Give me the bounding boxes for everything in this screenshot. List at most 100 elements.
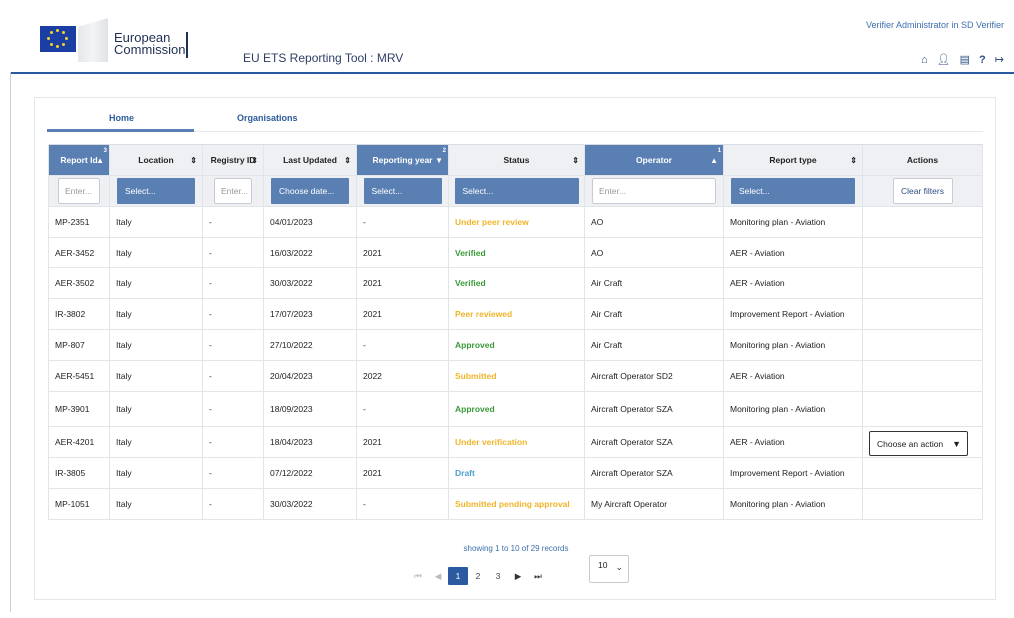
sort-asc-icon[interactable]: ▲: [96, 156, 104, 165]
sort-icon[interactable]: ⇕: [344, 156, 351, 165]
table-row[interactable]: AER-3502 Italy - 30/03/2022 2021 Verified Air …: [48, 268, 983, 299]
sort-desc-icon[interactable]: ▼: [435, 156, 443, 165]
prev-page-icon[interactable]: ◀︎: [428, 567, 448, 585]
page-3-button[interactable]: 3: [488, 567, 508, 585]
filter-last-updated-select[interactable]: Choose date...: [271, 178, 349, 204]
column-header-label: Registry ID: [210, 155, 256, 165]
filter-report-type-select[interactable]: Select...: [731, 178, 855, 204]
registry-id-value: -: [209, 499, 212, 509]
column-header-label: Status: [503, 155, 530, 165]
registry-id-value: -: [209, 404, 212, 414]
page-1-button[interactable]: 1: [448, 567, 468, 585]
page-header: European Commission EU ETS Reporting Too…: [0, 0, 1014, 74]
table-row[interactable]: IR-3805 Italy - 07/12/2022 2021 Draft Aircraft…: [48, 458, 983, 489]
filter-report-id-input[interactable]: Enter...: [58, 178, 100, 204]
table-row[interactable]: MP-807 Italy - 27/10/2022 - Approved Air Craft…: [48, 330, 983, 361]
cell-reporting-year: 2022: [357, 361, 449, 392]
choose-action-dropdown[interactable]: Choose an action ▼: [869, 431, 968, 456]
status-badge: Under verification: [455, 437, 528, 447]
cell-last-updated: 16/03/2022: [264, 238, 357, 268]
report-type-value: Monitoring plan - Aviation: [730, 217, 826, 227]
main-card: Home Organisations Report Id ▲ 3 Location ⇕ R…: [34, 97, 996, 600]
sort-icon[interactable]: ⇕: [850, 156, 857, 165]
logout-icon[interactable]: ↦: [995, 54, 1004, 66]
cell-status: Draft: [449, 458, 585, 489]
cell-location: Italy: [110, 458, 203, 489]
cell-last-updated: 07/12/2022: [264, 458, 357, 489]
table-row[interactable]: MP-3901 Italy - 18/09/2023 - Approved Aircraft…: [48, 392, 983, 427]
location-value: Italy: [116, 217, 132, 227]
last-updated-value: 30/03/2022: [270, 499, 313, 509]
column-header-report-id[interactable]: Report Id ▲ 3: [48, 144, 110, 176]
page-size-select[interactable]: 10 ⌄: [589, 555, 629, 583]
cell-operator: Aircraft Operator SD2: [585, 361, 724, 392]
header-toolbar: ⌂ 👤︎ ▤ ? ↦: [921, 54, 1004, 66]
report-id-value: AER-4201: [55, 437, 95, 447]
filter-registry-id-input[interactable]: Enter...: [214, 178, 252, 204]
sort-asc-icon[interactable]: ▲: [710, 156, 718, 165]
table-row[interactable]: AER-5451 Italy - 20/04/2023 2022 Submitted Air…: [48, 361, 983, 392]
column-header-report-type[interactable]: Report type ⇕: [724, 144, 863, 176]
cell-status: Under peer review: [449, 207, 585, 238]
operator-value: Aircraft Operator SZA: [591, 468, 673, 478]
caret-down-icon: ▼: [952, 438, 961, 449]
filter-operator-input[interactable]: Enter...: [592, 178, 716, 204]
sort-icon[interactable]: ⇕: [190, 156, 197, 165]
last-page-icon[interactable]: ⏭︎: [528, 567, 548, 585]
cell-registry-id: -: [203, 207, 264, 238]
cell-report-type: AER - Aviation: [724, 427, 863, 458]
help-icon[interactable]: ?: [979, 54, 986, 66]
operator-value: My Aircraft Operator: [591, 499, 668, 509]
tab-home[interactable]: Home: [109, 113, 134, 123]
report-id-value: MP-1051: [55, 499, 90, 509]
column-header-location[interactable]: Location ⇕: [110, 144, 203, 176]
table-row[interactable]: IR-3802 Italy - 17/07/2023 2021 Peer reviewed…: [48, 299, 983, 330]
table-row[interactable]: MP-1051 Italy - 30/03/2022 - Submitted pendin…: [48, 489, 983, 520]
column-header-label: Last Updated: [283, 155, 337, 165]
cell-status: Submitted pending approval: [449, 489, 585, 520]
column-header-reporting-year[interactable]: Reporting year ▼ 2: [357, 144, 449, 176]
cell-report-id: MP-1051: [48, 489, 110, 520]
table-row[interactable]: AER-3452 Italy - 16/03/2022 2021 Verified AO AE…: [48, 238, 983, 268]
sort-icon[interactable]: ⇕: [251, 156, 258, 165]
cell-operator: AO: [585, 238, 724, 268]
filter-status-select[interactable]: Select...: [454, 178, 579, 204]
column-header-last-updated[interactable]: Last Updated ⇕: [264, 144, 357, 176]
cell-location: Italy: [110, 361, 203, 392]
cell-last-updated: 30/03/2022: [264, 268, 357, 299]
user-icon[interactable]: 👤︎: [937, 54, 951, 66]
table-row[interactable]: AER-4201 Italy - 18/04/2023 2021 Under verifi…: [48, 427, 983, 458]
status-badge: Under peer review: [455, 217, 529, 227]
cell-reporting-year: -: [357, 330, 449, 361]
report-id-value: MP-2351: [55, 217, 90, 227]
cell-status: Under verification: [449, 427, 585, 458]
cell-location: Italy: [110, 268, 203, 299]
column-header-registry-id[interactable]: Registry ID ⇕: [203, 144, 264, 176]
last-updated-value: 30/03/2022: [270, 278, 313, 288]
next-page-icon[interactable]: ▶︎: [508, 567, 528, 585]
operator-value: Air Craft: [591, 278, 623, 288]
clear-filters-button[interactable]: Clear filters: [892, 178, 953, 204]
filter-reporting-year-select[interactable]: Select...: [363, 178, 442, 204]
european-commission-logo[interactable]: European Commission: [40, 18, 195, 64]
user-role-link[interactable]: Verifier Administrator in SD Verifier: [866, 20, 1004, 30]
column-header-status[interactable]: Status ⇕: [449, 144, 585, 176]
document-icon[interactable]: ▤: [960, 54, 970, 66]
sort-icon[interactable]: ⇕: [572, 156, 579, 165]
filter-cell-report-type: Select...: [724, 176, 863, 207]
page-2-button[interactable]: 2: [468, 567, 488, 585]
registry-id-value: -: [209, 371, 212, 381]
tab-organisations[interactable]: Organisations: [237, 113, 298, 123]
registry-id-value: -: [209, 468, 212, 478]
filter-location-select[interactable]: Select...: [117, 178, 195, 204]
column-header-label: Report Id: [60, 155, 98, 165]
cell-operator: Aircraft Operator SZA: [585, 392, 724, 427]
home-icon[interactable]: ⌂: [921, 54, 928, 66]
column-header-operator[interactable]: Operator ▲ 1: [585, 144, 724, 176]
logo-divider: [186, 32, 188, 58]
cell-operator: Air Craft: [585, 330, 724, 361]
table-row[interactable]: MP-2351 Italy - 04/01/2023 - Under peer revie…: [48, 207, 983, 238]
first-page-icon[interactable]: ⏮︎: [408, 567, 428, 585]
cell-operator: AO: [585, 207, 724, 238]
berlaymont-building-icon: [78, 18, 108, 62]
